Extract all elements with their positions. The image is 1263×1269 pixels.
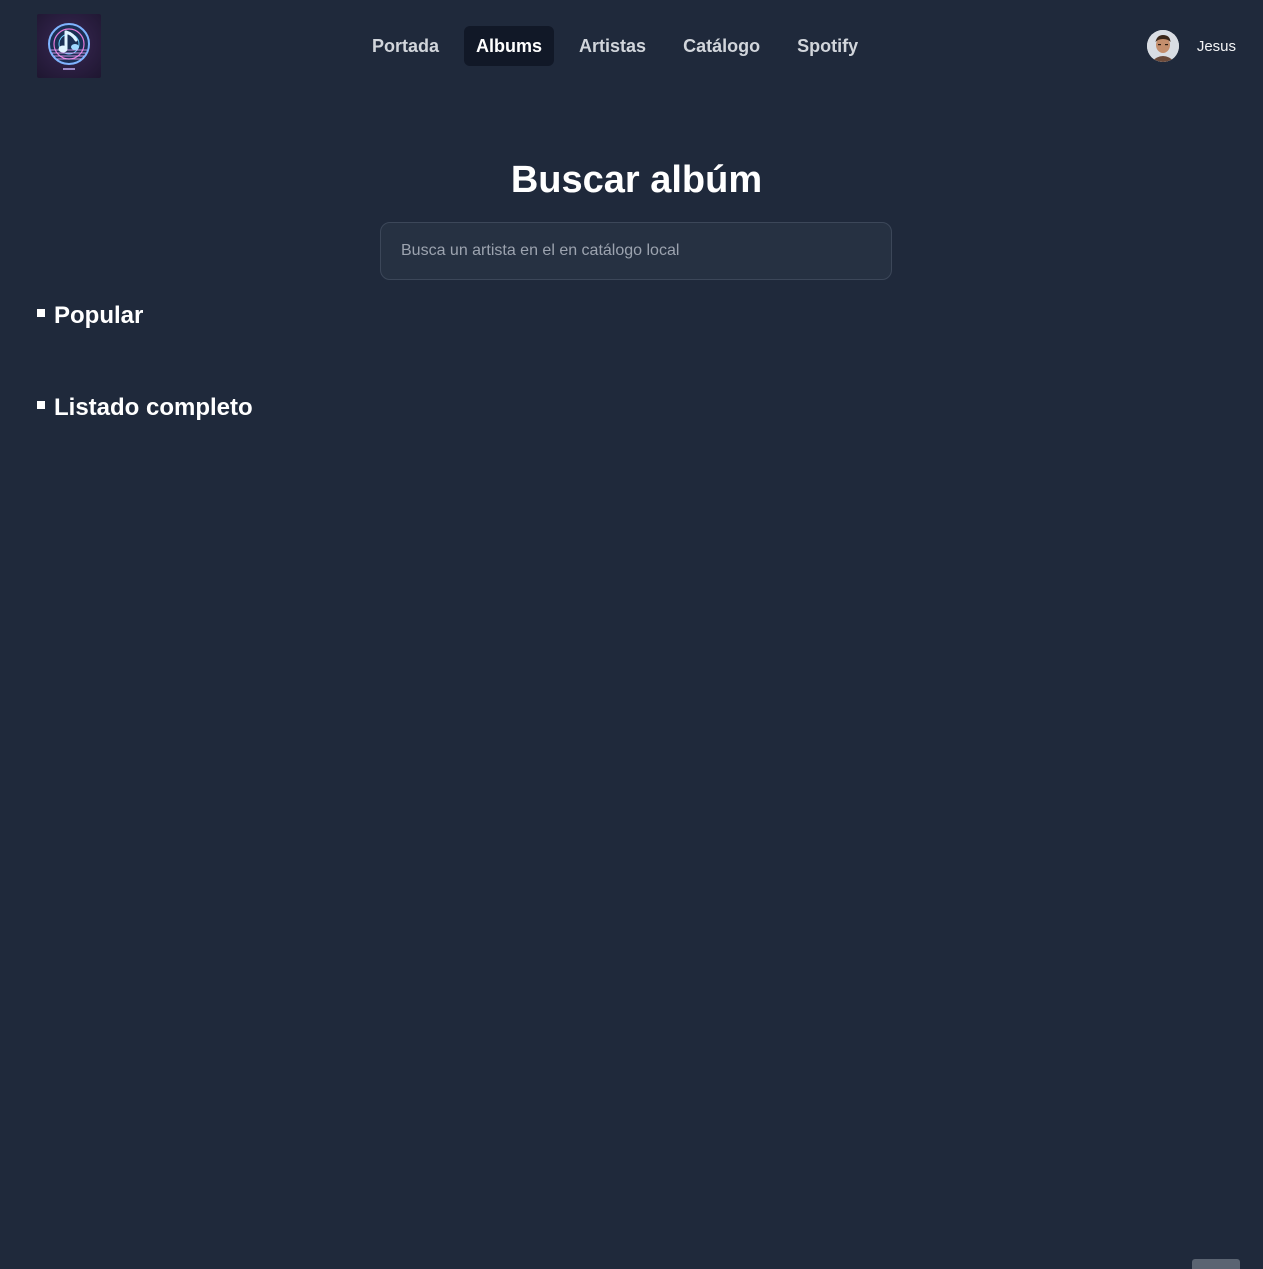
page-title: Buscar albúm xyxy=(510,159,763,201)
nav-item-portada[interactable]: Portada xyxy=(360,26,451,66)
user-menu[interactable]: Jesus xyxy=(1146,30,1236,62)
nav-item-spotify[interactable]: Spotify xyxy=(785,26,870,66)
square-bullet-icon xyxy=(37,309,45,317)
square-bullet-icon xyxy=(37,401,45,409)
section-popular: Popular xyxy=(37,302,143,330)
section-title-popular: Popular xyxy=(54,302,144,329)
section-full-list: Listado completo xyxy=(37,394,253,422)
user-name: Jesus xyxy=(1196,37,1236,55)
page: Portada Albums Artistas Catálogo Spotify… xyxy=(0,0,1263,1269)
nav-item-artistas[interactable]: Artistas xyxy=(567,26,658,66)
nav-item-albums[interactable]: Albums xyxy=(464,26,555,66)
scroll-to-top-button[interactable] xyxy=(1192,1259,1240,1269)
search-container xyxy=(380,222,892,280)
section-title-full-list: Listado completo xyxy=(54,394,253,421)
music-logo-icon[interactable] xyxy=(37,14,101,78)
main-nav: Portada Albums Artistas Catálogo Spotify xyxy=(360,26,870,66)
avatar[interactable] xyxy=(1146,30,1179,62)
top-navbar: Portada Albums Artistas Catálogo Spotify… xyxy=(0,0,1263,92)
search-input[interactable] xyxy=(380,222,892,280)
nav-item-catalogo[interactable]: Catálogo xyxy=(671,26,772,66)
